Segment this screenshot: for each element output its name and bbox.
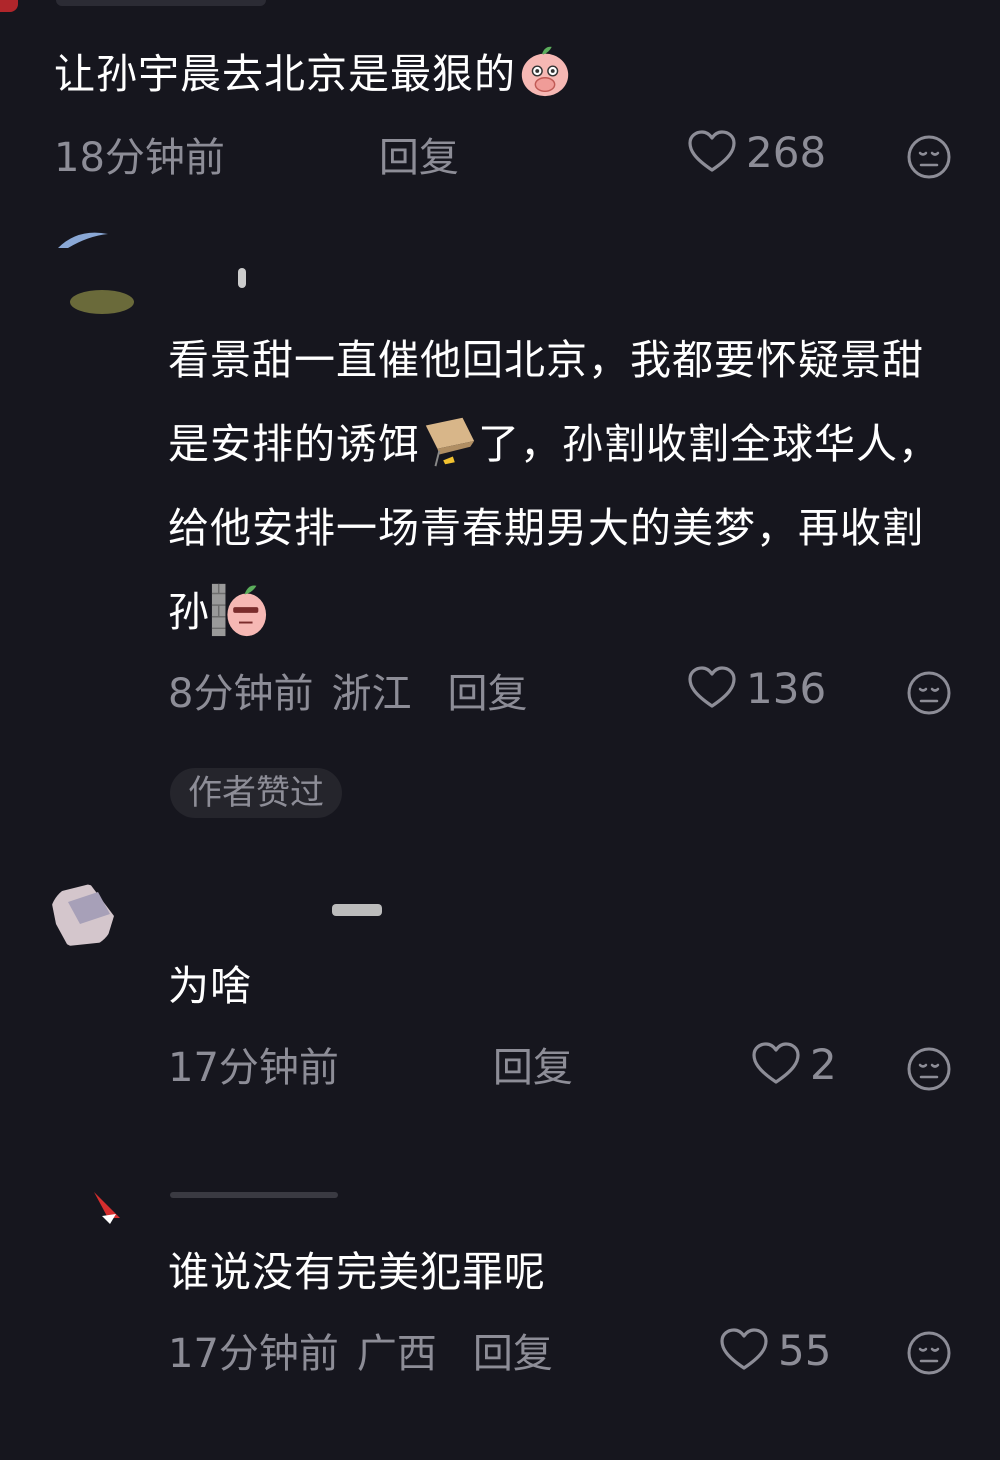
comment-time: 18分钟前: [54, 135, 225, 181]
avatar[interactable]: [80, 1178, 130, 1234]
peach-peeking-wall-emoji: [211, 583, 267, 637]
comment-text: 谁说没有完美犯罪呢: [168, 1248, 546, 1296]
comment-text: 看景甜一直催他回北京，我都要怀疑景甜是安排的诱饵 了，孙割收割全球华人，给他安排…: [168, 336, 940, 637]
username[interactable]: [170, 1192, 338, 1198]
comment-text: 让孙宇晨去北京是最狠的: [54, 32, 574, 116]
comment-meta: 17分钟前 回复: [168, 1034, 573, 1094]
peach-covering-mouth-emoji: [521, 46, 569, 97]
reply-button[interactable]: 回复: [493, 1035, 573, 1093]
avatar[interactable]: [50, 884, 114, 948]
reply-button[interactable]: 回复: [447, 661, 527, 719]
heart-icon: [752, 1042, 800, 1084]
reply-button[interactable]: 回复: [473, 1321, 553, 1379]
like-button[interactable]: 2: [752, 1034, 837, 1094]
heart-icon: [688, 666, 736, 708]
username[interactable]: [332, 904, 382, 916]
comment-time: 17分钟前: [168, 1331, 339, 1377]
comment-time: 17分钟前: [168, 1045, 339, 1091]
comment-region: 浙江: [331, 671, 412, 717]
avatar[interactable]: [0, 0, 18, 12]
like-count: 268: [746, 127, 827, 177]
neutral-face-icon[interactable]: [906, 1330, 952, 1376]
comment-meta: 8分钟前 浙江 回复: [168, 660, 527, 720]
comment-meta: 18分钟前 回复: [54, 124, 459, 184]
heart-icon: [720, 1328, 768, 1370]
like-button[interactable]: 55: [720, 1320, 831, 1380]
neutral-face-icon[interactable]: [906, 134, 952, 180]
neutral-face-icon[interactable]: [906, 1046, 952, 1092]
like-count: 136: [746, 663, 827, 713]
author-liked-badge: 作者赞过: [170, 768, 342, 818]
like-button[interactable]: 268: [688, 122, 826, 182]
comment-region: 广西: [356, 1331, 437, 1377]
comment-time: 8分钟前: [168, 671, 314, 717]
comment-meta: 17分钟前 广西 回复: [168, 1320, 553, 1380]
like-count: 2: [810, 1039, 837, 1089]
username[interactable]: [238, 268, 246, 288]
reply-button[interactable]: 回复: [379, 125, 459, 183]
neutral-face-icon[interactable]: [906, 670, 952, 716]
heart-icon: [688, 130, 736, 172]
like-button[interactable]: 136: [688, 658, 826, 718]
comment-text: 为啥: [168, 962, 252, 1010]
avatar[interactable]: [58, 228, 136, 318]
like-count: 55: [778, 1325, 832, 1375]
username[interactable]: [56, 0, 266, 6]
trap-box-emoji: [425, 417, 475, 467]
